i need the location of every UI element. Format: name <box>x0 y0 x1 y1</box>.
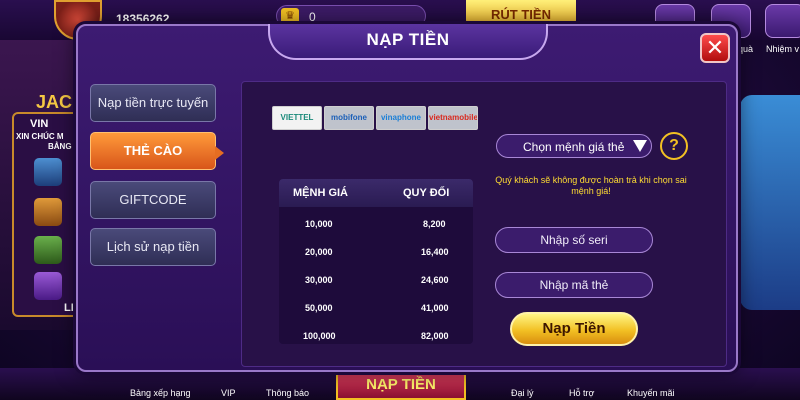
bottom-deposit-button[interactable]: NẠP TIỀN <box>336 370 466 400</box>
mission-label: Nhiệm v <box>766 44 800 54</box>
jackpot-title: JAC <box>36 92 73 112</box>
bottom-item-promo[interactable]: Khuyến mãi <box>627 388 675 398</box>
rate-exchange-value: 24,600 <box>421 275 449 285</box>
rate-table: MỆNH GIÁ QUY ĐỔI 10,000 8,200 20,000 16,… <box>279 179 473 344</box>
mission-icon[interactable] <box>765 4 800 38</box>
carrier-viettel[interactable]: VIETTEL <box>272 106 322 130</box>
coin-value: 0 <box>309 10 316 24</box>
tab-online-deposit[interactable]: Nạp tiền trực tuyến <box>90 84 216 122</box>
tab-deposit-history[interactable]: Lịch sử nạp tiền <box>90 228 216 266</box>
rate-exchange-value: 41,000 <box>421 303 449 313</box>
bottom-item-support[interactable]: Hỗ trợ <box>569 388 594 398</box>
card-deposit-panel: VIETTEL mobifone vinaphone vietnamobile … <box>241 81 727 367</box>
modal-title: NẠP TIỀN <box>366 30 450 49</box>
modal-header: NẠP TIỀN <box>268 24 548 60</box>
game-thumbnail[interactable] <box>34 198 62 226</box>
rate-face-value: 10,000 <box>305 219 333 229</box>
bottom-item-leaderboard[interactable]: Bảng xếp hạng <box>130 388 191 398</box>
denomination-select[interactable]: Chọn mệnh giá thẻ <box>496 134 652 158</box>
rate-exchange-value: 8,200 <box>423 219 446 229</box>
column-header: MỆNH GIÁ <box>293 187 348 199</box>
serial-input[interactable] <box>495 227 653 253</box>
rate-table-header: MỆNH GIÁ QUY ĐỔI <box>279 179 473 207</box>
rate-face-value: 50,000 <box>305 303 333 313</box>
rate-face-value: 100,000 <box>303 331 336 341</box>
jackpot-line: VIN <box>30 118 49 130</box>
carrier-vinaphone[interactable]: vinaphone <box>376 106 426 130</box>
rate-face-value: 20,000 <box>305 247 333 257</box>
jackpot-list-label[interactable]: LI <box>64 302 74 314</box>
jackpot-line: XIN CHÚC M <box>16 132 64 141</box>
bottom-item-vip[interactable]: VIP <box>221 388 236 398</box>
tab-scratch-card[interactable]: THẺ CÀO <box>90 132 224 170</box>
column-header: QUY ĐỔI <box>403 187 450 199</box>
game-thumbnail[interactable] <box>34 236 62 264</box>
close-button[interactable]: ✕ <box>700 33 730 63</box>
carrier-mobifone[interactable]: mobifone <box>324 106 374 130</box>
bottom-item-notice[interactable]: Thông báo <box>266 388 309 398</box>
denomination-warning: Quý khách sẽ không được hoàn trả khi chọ… <box>495 175 687 196</box>
gift-label: quà <box>738 44 754 54</box>
crown-icon: ♛ <box>281 8 299 24</box>
help-button[interactable]: ? <box>660 132 688 160</box>
game-thumbnail[interactable] <box>34 158 62 186</box>
chevron-down-icon <box>633 140 647 152</box>
rate-face-value: 30,000 <box>305 275 333 285</box>
rate-exchange-value: 16,400 <box>421 247 449 257</box>
bottom-item-agency[interactable]: Đại lý <box>511 388 534 398</box>
deposit-modal: NẠP TIỀN ✕ Nạp tiền trực tuyến THẺ CÀO G… <box>76 24 738 372</box>
jackpot-line: BẢNG <box>48 142 72 151</box>
game-thumbnail[interactable] <box>34 272 62 300</box>
denomination-select-text: Chọn mệnh giá thẻ <box>523 140 625 154</box>
rate-exchange-value: 82,000 <box>421 331 449 341</box>
game-card-right[interactable] <box>740 95 800 310</box>
card-code-input[interactable] <box>495 272 653 298</box>
submit-deposit-button[interactable]: Nạp Tiền <box>510 312 638 346</box>
carrier-vietnamobile[interactable]: vietnamobile <box>428 106 478 130</box>
tab-giftcode[interactable]: GIFTCODE <box>90 181 216 219</box>
